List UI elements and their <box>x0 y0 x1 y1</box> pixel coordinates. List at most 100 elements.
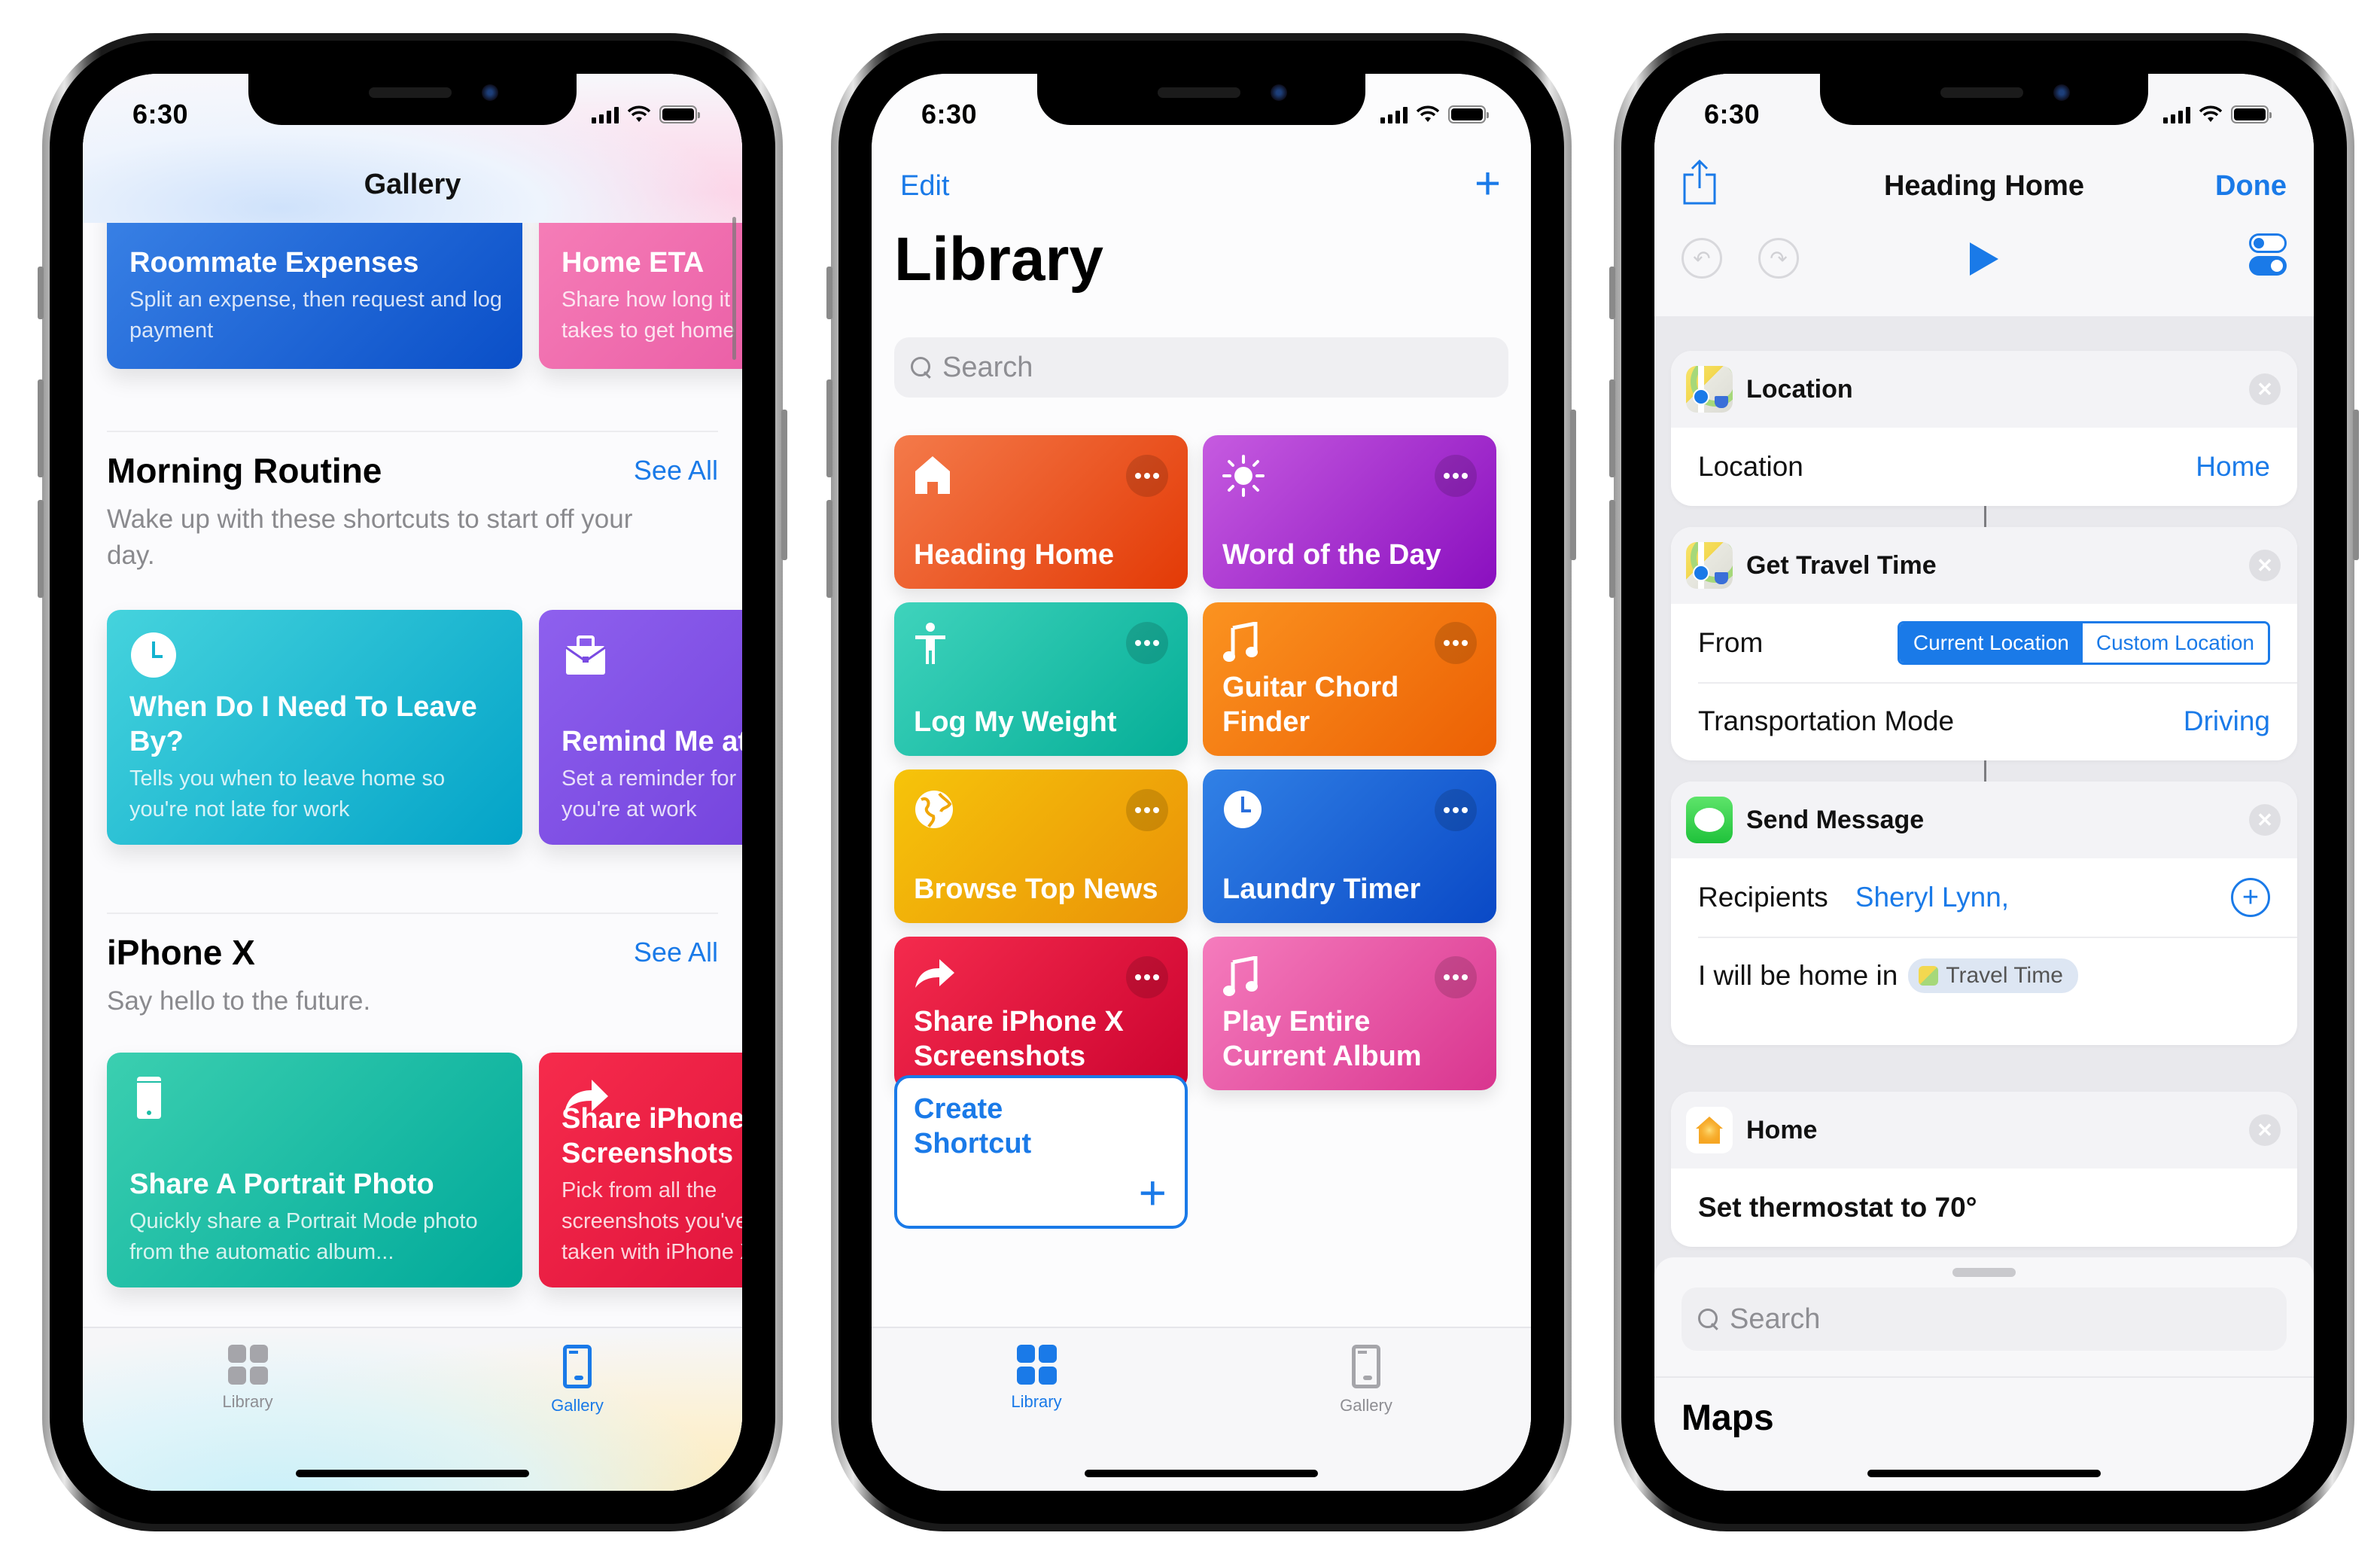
bezel: 6:30 Edit + Library Search Heading Home W… <box>838 41 1564 1524</box>
location-value[interactable]: Home <box>2196 451 2270 483</box>
home-indicator[interactable] <box>296 1470 529 1477</box>
settings-toggle-icon[interactable] <box>2249 233 2287 279</box>
redo-icon: ↷ <box>1770 246 1788 270</box>
add-shortcut-button[interactable]: + <box>1475 161 1501 206</box>
status-time: 6:30 <box>132 99 189 130</box>
variable-label: Travel Time <box>1946 963 2063 988</box>
tab-gallery[interactable]: Gallery <box>502 1345 653 1491</box>
action-location[interactable]: Location ✕ Location Home <box>1671 351 2297 506</box>
maps-app-icon <box>1686 542 1733 589</box>
action-header: Home ✕ <box>1671 1092 2297 1169</box>
editor-screen: Heading Home Done ↶ ↷ 6:30 Location ✕ Lo… <box>1654 74 2314 1491</box>
more-options-button[interactable] <box>1435 622 1477 664</box>
library-grid-icon <box>1016 1345 1057 1385</box>
volume-down-button <box>826 500 832 598</box>
more-options-button[interactable] <box>1126 956 1168 998</box>
section-title: iPhone X <box>107 933 255 972</box>
more-options-button[interactable] <box>1126 622 1168 664</box>
tab-library[interactable]: Library <box>961 1345 1112 1491</box>
thermostat-row[interactable]: Set thermostat to 70° <box>1671 1169 2297 1247</box>
action-get-travel-time[interactable]: Get Travel Time ✕ From Current Location … <box>1671 527 2297 760</box>
shortcut-card[interactable]: Browse Top News <box>894 769 1188 923</box>
volume-down-button <box>38 500 44 598</box>
action-header: Location ✕ <box>1671 351 2297 428</box>
message-row[interactable]: I will be home in Travel Time <box>1671 937 2297 1015</box>
wifi-icon <box>2199 105 2222 122</box>
segment-current-location[interactable]: Current Location <box>1899 623 2083 663</box>
gallery-scroll-view[interactable]: Roommate Expenses Split an expense, then… <box>83 74 742 1491</box>
shortcut-name: Log My Weight <box>914 706 1117 738</box>
see-all-link[interactable]: See All <box>634 937 718 968</box>
shortcut-card[interactable]: Laundry Timer <box>1203 769 1496 923</box>
globe-icon <box>914 789 959 834</box>
travel-time-variable[interactable]: Travel Time <box>1908 958 2078 993</box>
actions-search-input[interactable]: Search <box>1682 1287 2287 1351</box>
section-title: Morning Routine <box>107 451 382 490</box>
recipients-row[interactable]: Recipients Sheryl Lynn, + <box>1671 858 2297 937</box>
row-label: From <box>1698 627 1764 658</box>
more-options-button[interactable] <box>1435 956 1477 998</box>
done-button[interactable]: Done <box>2215 170 2287 203</box>
gallery-card[interactable]: When Do I Need To Leave By? Tells you wh… <box>107 610 522 845</box>
segment-custom-location[interactable]: Custom Location <box>2082 623 2268 663</box>
shortcut-card[interactable]: Heading Home <box>894 435 1188 589</box>
shortcut-card[interactable]: Guitar Chord Finder <box>1203 602 1496 756</box>
scroll-indicator[interactable] <box>732 217 736 360</box>
play-button[interactable] <box>1970 242 1998 276</box>
remove-action-button[interactable]: ✕ <box>2249 804 2281 836</box>
gallery-card[interactable]: Share A Portrait Photo Quickly share a P… <box>107 1053 522 1287</box>
divider <box>107 431 718 432</box>
phone-editor: Heading Home Done ↶ ↷ 6:30 Location ✕ Lo… <box>1609 33 2359 1531</box>
phone-gallery: 6:30 Roommate Expenses Split an expense,… <box>38 33 787 1531</box>
volume-up-button <box>1609 379 1615 477</box>
create-shortcut-label: Create Shortcut <box>914 1093 1032 1159</box>
status-time: 6:30 <box>921 99 978 130</box>
action-home[interactable]: Home ✕ Set thermostat to 70° <box>1671 1092 2297 1247</box>
recipient-value[interactable]: Sheryl Lynn, <box>1855 882 2009 913</box>
message-text[interactable]: I will be home in <box>1698 960 1898 992</box>
shortcut-card[interactable]: Word of the Day <box>1203 435 1496 589</box>
more-options-button[interactable] <box>1126 789 1168 831</box>
side-button <box>1570 410 1576 560</box>
edit-button[interactable]: Edit <box>900 170 949 203</box>
shortcut-card[interactable]: Play Entire Current Album <box>1203 937 1496 1090</box>
search-icon <box>1698 1309 1719 1330</box>
transportation-value[interactable]: Driving <box>2184 705 2270 737</box>
front-camera <box>1271 84 1287 101</box>
gallery-card[interactable]: Share iPhone X Screenshots Pick from all… <box>539 1053 742 1287</box>
home-indicator[interactable] <box>1867 1470 2101 1477</box>
more-options-button[interactable] <box>1435 789 1477 831</box>
shortcut-card[interactable]: Log My Weight <box>894 602 1188 756</box>
side-button <box>781 410 787 560</box>
battery-icon <box>659 105 700 123</box>
sheet-grabber[interactable] <box>1952 1268 2016 1277</box>
search-input[interactable]: Search <box>894 337 1508 398</box>
remove-action-button[interactable]: ✕ <box>2249 373 2281 405</box>
transportation-row[interactable]: Transportation Mode Driving <box>1671 682 2297 760</box>
battery-icon <box>2231 105 2272 123</box>
person-icon <box>914 622 959 667</box>
card-description: Pick from all the screenshots you've tak… <box>562 1178 742 1264</box>
gallery-card[interactable]: Remind Me at Work Set a reminder for whe… <box>539 610 742 845</box>
more-options-button[interactable] <box>1126 455 1168 497</box>
notch <box>1820 74 2148 125</box>
undo-button[interactable]: ↶ <box>1682 238 1722 279</box>
clock-icon <box>131 632 176 678</box>
tab-gallery[interactable]: Gallery <box>1291 1345 1441 1491</box>
see-all-link[interactable]: See All <box>634 455 718 486</box>
redo-button[interactable]: ↷ <box>1758 238 1799 279</box>
page-title: Gallery <box>364 169 461 200</box>
more-options-button[interactable] <box>1435 455 1477 497</box>
add-recipient-button[interactable]: + <box>2231 878 2270 917</box>
shortcut-card[interactable]: Share iPhone X Screenshots <box>894 937 1188 1090</box>
action-send-message[interactable]: Send Message ✕ Recipients Sheryl Lynn, +… <box>1671 782 2297 1045</box>
home-indicator[interactable] <box>1085 1470 1318 1477</box>
maps-mini-icon <box>1919 966 1939 986</box>
create-shortcut-button[interactable]: Create Shortcut + <box>894 1075 1188 1229</box>
remove-action-button[interactable]: ✕ <box>2249 550 2281 581</box>
location-row[interactable]: Location Home <box>1671 428 2297 506</box>
tab-library[interactable]: Library <box>172 1345 323 1491</box>
signal-icon <box>2163 105 2190 123</box>
card-title: When Do I Need To Leave By? <box>129 691 477 757</box>
remove-action-button[interactable]: ✕ <box>2249 1114 2281 1146</box>
